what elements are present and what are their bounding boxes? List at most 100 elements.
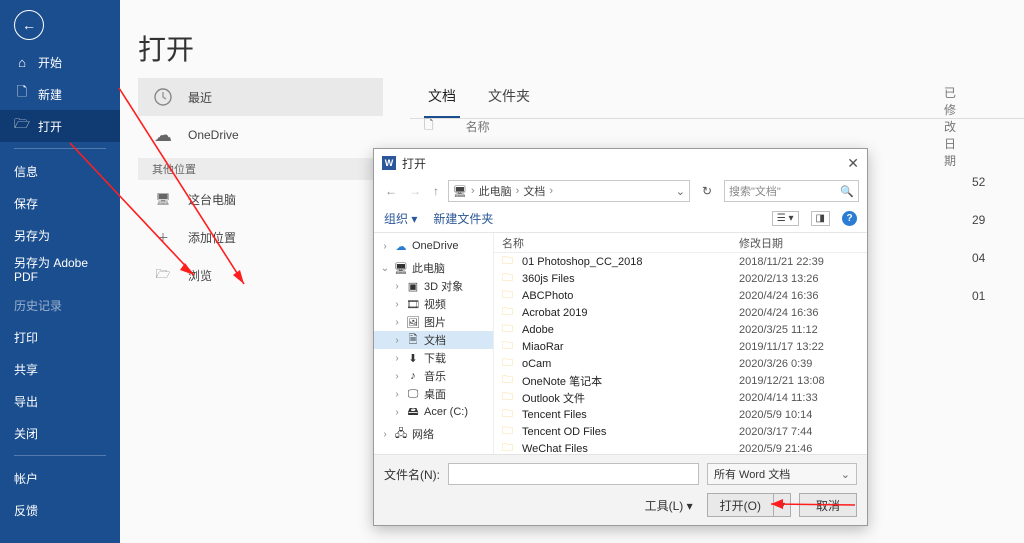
cancel-button[interactable]: 取消 xyxy=(799,493,857,517)
open-icon: 🗁 xyxy=(14,115,30,137)
tree-downloads[interactable]: ›⬇下载 xyxy=(374,349,493,367)
location-thispc[interactable]: 🖥 这台电脑 xyxy=(138,180,383,218)
network-icon: 🖧 xyxy=(394,425,408,444)
location-addplace[interactable]: ＋ 添加位置 xyxy=(138,218,383,256)
folder-tree: ›☁OneDrive ⌄🖥此电脑 ›▣3D 对象 ›🎞视频 ›🖼图片 ›🗎文档 … xyxy=(374,233,494,454)
cube-icon: ▣ xyxy=(406,280,420,293)
nav-info[interactable]: 信息 xyxy=(0,155,120,187)
chevron-down-icon[interactable]: ⌄ xyxy=(676,185,685,198)
bg-row-value: 04 xyxy=(972,251,985,265)
nav-home[interactable]: ⌂开始 xyxy=(0,46,120,78)
breadcrumb[interactable]: 🖥› 此电脑› 文档› ⌄ xyxy=(448,180,690,202)
tools-menu[interactable]: 工具(L) ▾ xyxy=(645,497,693,514)
tree-documents[interactable]: ›🗎文档 xyxy=(374,331,493,349)
pc-icon: 🖥 xyxy=(453,185,467,198)
tree-music[interactable]: ›♪音乐 xyxy=(374,367,493,385)
list-item[interactable]: 🗀Outlook 文件2020/4/14 11:33 xyxy=(494,389,867,406)
nav-saveas[interactable]: 另存为 xyxy=(0,219,120,251)
tree-network[interactable]: ›🖧网络 xyxy=(374,425,493,443)
desktop-icon: 🖵 xyxy=(406,388,420,401)
bg-row-value: 01 xyxy=(972,289,985,303)
tab-documents[interactable]: 文档 xyxy=(424,78,460,118)
pc-icon: 🖥 xyxy=(394,262,408,275)
folder-icon: 🗀 xyxy=(502,439,516,454)
video-icon: 🎞 xyxy=(406,298,420,311)
refresh-button[interactable]: ↻ xyxy=(696,180,718,202)
list-item[interactable]: 🗀Tencent Files2020/5/9 10:14 xyxy=(494,406,867,423)
location-recent[interactable]: 最近 xyxy=(138,78,383,116)
nav-close[interactable]: 关闭 xyxy=(0,417,120,449)
new-icon: 🗋 xyxy=(14,83,30,105)
clock-icon xyxy=(152,86,174,108)
nav-print[interactable]: 打印 xyxy=(0,321,120,353)
tree-3dobjects[interactable]: ›▣3D 对象 xyxy=(374,277,493,295)
nav-back-button[interactable]: ← xyxy=(382,184,400,198)
list-item[interactable]: 🗀Tencent OD Files2020/3/17 7:44 xyxy=(494,423,867,440)
pc-icon: 🖥 xyxy=(152,188,174,210)
filename-label: 文件名(N): xyxy=(384,466,440,483)
word-app-icon: W xyxy=(382,156,396,170)
tree-videos[interactable]: ›🎞视频 xyxy=(374,295,493,313)
onedrive-icon: ☁ xyxy=(394,240,408,253)
picture-icon: 🖼 xyxy=(406,316,420,329)
nav-saveas-pdf[interactable]: 另存为 Adobe PDF xyxy=(0,251,120,289)
nav-up-button[interactable]: ↑ xyxy=(430,184,442,198)
list-item[interactable]: 🗀01 Photoshop_CC_20182018/11/21 22:39 xyxy=(494,253,867,270)
list-item[interactable]: 🗀ABCPhoto2020/4/24 16:36 xyxy=(494,287,867,304)
dialog-title: 打开 xyxy=(402,155,426,172)
preview-pane-button[interactable]: ◨ xyxy=(811,211,830,226)
list-col-modified[interactable]: 修改日期 xyxy=(739,235,859,251)
nav-forward-button[interactable]: → xyxy=(406,184,424,198)
nav-save[interactable]: 保存 xyxy=(0,187,120,219)
home-icon: ⌂ xyxy=(14,55,30,70)
folder-open-icon: 🗁 xyxy=(152,264,174,286)
filename-input[interactable] xyxy=(448,463,699,485)
nav-export[interactable]: 导出 xyxy=(0,385,120,417)
download-icon: ⬇ xyxy=(406,352,420,365)
location-browse[interactable]: 🗁 浏览 xyxy=(138,256,383,294)
onedrive-icon: ☁ xyxy=(152,124,174,146)
open-button[interactable]: 打开(O)▾ xyxy=(707,493,791,517)
search-icon: 🔍 xyxy=(840,185,854,198)
file-open-dialog: W 打开 ✕ ← → ↑ 🖥› 此电脑› 文档› ⌄ ↻ 搜索"文档" 🔍 组织… xyxy=(373,148,868,526)
new-folder-button[interactable]: 新建文件夹 xyxy=(433,210,493,227)
dialog-close-button[interactable]: ✕ xyxy=(847,155,859,172)
back-button[interactable]: ← xyxy=(14,10,44,40)
list-item[interactable]: 🗀360js Files2020/2/13 13:26 xyxy=(494,270,867,287)
list-item[interactable]: 🗀MiaoRar2019/11/17 13:22 xyxy=(494,338,867,355)
locations-other-heading: 其他位置 xyxy=(138,158,383,180)
nav-account[interactable]: 帐户 xyxy=(0,462,120,494)
nav-share[interactable]: 共享 xyxy=(0,353,120,385)
tree-desktop[interactable]: ›🖵桌面 xyxy=(374,385,493,403)
list-item[interactable]: 🗀Acrobat 20192020/4/24 16:36 xyxy=(494,304,867,321)
bg-row-value: 29 xyxy=(972,213,985,227)
nav-new[interactable]: 🗋新建 xyxy=(0,78,120,110)
list-item[interactable]: 🗀WeChat Files2020/5/9 21:46 xyxy=(494,440,867,454)
page-title: 打开 xyxy=(120,0,1024,86)
dialog-help-button[interactable]: ? xyxy=(842,211,857,226)
list-item[interactable]: 🗀oCam2020/3/26 0:39 xyxy=(494,355,867,372)
search-input[interactable]: 搜索"文档" 🔍 xyxy=(724,180,859,202)
nav-history: 历史记录 xyxy=(0,289,120,321)
tab-folders[interactable]: 文件夹 xyxy=(484,78,534,118)
nav-open[interactable]: 🗁打开 xyxy=(0,110,120,142)
col-modified: 已修改日期 xyxy=(944,84,956,169)
documents-icon: 🗎 xyxy=(406,331,420,350)
nav-feedback[interactable]: 反馈 xyxy=(0,494,120,526)
list-item[interactable]: 🗀Adobe2020/3/25 11:12 xyxy=(494,321,867,338)
music-icon: ♪ xyxy=(406,370,420,382)
tree-thispc[interactable]: ⌄🖥此电脑 xyxy=(374,259,493,277)
tree-onedrive[interactable]: ›☁OneDrive xyxy=(374,237,493,255)
view-mode-button[interactable]: ☰ ▾ xyxy=(772,211,799,226)
tree-pictures[interactable]: ›🖼图片 xyxy=(374,313,493,331)
drive-icon: 🖴 xyxy=(406,403,420,422)
file-type-filter[interactable]: 所有 Word 文档⌄ xyxy=(707,463,857,485)
bg-row-value: 52 xyxy=(972,175,985,189)
list-item[interactable]: 🗀OneNote 笔记本2019/12/21 13:08 xyxy=(494,372,867,389)
list-col-name[interactable]: 名称 xyxy=(502,235,739,251)
file-icon: 🗋 xyxy=(424,116,434,137)
tree-acer-c[interactable]: ›🖴Acer (C:) xyxy=(374,403,493,421)
location-onedrive[interactable]: ☁ OneDrive xyxy=(138,116,383,154)
organize-menu[interactable]: 组织 ▾ xyxy=(384,210,417,227)
col-name: 名称 xyxy=(466,118,490,135)
